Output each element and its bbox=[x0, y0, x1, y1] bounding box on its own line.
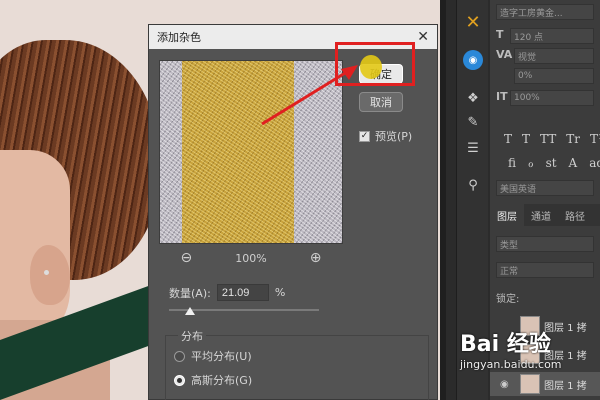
zoom-in-icon[interactable]: ⊕ bbox=[310, 250, 322, 266]
preview-noise-gold bbox=[182, 61, 294, 243]
opentype-button[interactable]: ﬁ bbox=[508, 156, 516, 170]
opentype-button[interactable]: ad bbox=[589, 156, 600, 170]
zoom-out-icon[interactable]: ⊖ bbox=[181, 250, 193, 266]
preview-option[interactable]: ✓ 预览(P) bbox=[359, 128, 412, 144]
noise-preview[interactable] bbox=[159, 60, 343, 244]
blend-mode-field[interactable]: 正常 bbox=[496, 262, 594, 278]
zoom-controls: ⊖ 100% ⊕ bbox=[159, 249, 343, 267]
scale-field[interactable]: 100% bbox=[510, 90, 594, 106]
gaussian-label: 高斯分布(G) bbox=[191, 374, 253, 387]
opentype-button[interactable]: A bbox=[569, 156, 578, 170]
close-icon[interactable]: ✕ bbox=[417, 29, 429, 45]
tab-layers[interactable]: 图层 bbox=[490, 204, 524, 226]
font-family-field[interactable]: 造字工房黄金... bbox=[496, 4, 594, 20]
cube-icon[interactable]: ❖ bbox=[463, 88, 483, 108]
uniform-option[interactable]: 平均分布(U) bbox=[174, 348, 252, 364]
annotation-highlight-box bbox=[335, 42, 415, 86]
typo-button[interactable]: Tr bbox=[566, 132, 580, 146]
opentype-buttons: ﬁ ℴ st A ad bbox=[508, 156, 600, 170]
tab-paths[interactable]: 路径 bbox=[558, 204, 592, 226]
preview-checkbox[interactable]: ✓ bbox=[359, 130, 370, 142]
lock-label: 锁定: bbox=[496, 294, 520, 305]
opentype-button[interactable]: st bbox=[546, 156, 557, 170]
photo-earring bbox=[44, 270, 49, 275]
font-size-field[interactable]: 120 点 bbox=[510, 28, 594, 44]
distribution-group: 分布 平均分布(U) 高斯分布(G) bbox=[165, 328, 429, 400]
watermark-logo: Bai 经验 bbox=[460, 332, 551, 357]
language-field[interactable]: 美国英语 bbox=[496, 180, 594, 196]
tab-channels[interactable]: 通道 bbox=[524, 204, 558, 226]
person-icon[interactable]: ⚲ bbox=[463, 175, 483, 195]
font-size-icon: T bbox=[496, 28, 504, 41]
watermark-url: jingyan.baidu.com bbox=[460, 358, 562, 371]
amount-slider-thumb[interactable] bbox=[185, 307, 195, 315]
typo-button[interactable]: T bbox=[522, 132, 530, 146]
typo-button[interactable]: TT bbox=[540, 132, 556, 146]
gaussian-radio[interactable] bbox=[174, 374, 185, 386]
distribution-label: 分布 bbox=[178, 328, 206, 344]
zoom-level: 100% bbox=[235, 251, 267, 265]
amount-unit: % bbox=[274, 286, 286, 299]
amount-row: 数量(A): % bbox=[169, 284, 285, 301]
layers-panel-tabs: 图层 通道 路径 bbox=[490, 204, 600, 226]
amount-input[interactable] bbox=[216, 284, 269, 301]
canvas-edge bbox=[440, 0, 446, 400]
tools-cross-icon[interactable]: ✕ bbox=[463, 12, 483, 33]
photoshop-window: 添加杂色 ✕ ⊖ 100% ⊕ 确定 取消 ✓ 预览(P) 数量(A): % bbox=[0, 0, 600, 400]
plugin-circle-icon[interactable]: ◉ bbox=[463, 50, 483, 70]
cancel-button[interactable]: 取消 bbox=[359, 92, 403, 112]
typo-button[interactable]: T¹ bbox=[590, 132, 600, 146]
adjustments-icon[interactable]: ☰ bbox=[463, 138, 483, 158]
kerning-field[interactable]: 视觉 bbox=[514, 48, 594, 64]
layer-filter-field[interactable]: 类型 bbox=[496, 236, 594, 252]
kerning-icon: VA bbox=[496, 48, 513, 61]
preview-label: 预览(P) bbox=[375, 130, 413, 143]
dialog-title: 添加杂色 bbox=[157, 31, 201, 44]
opentype-button[interactable]: ℴ bbox=[528, 156, 534, 170]
uniform-radio[interactable] bbox=[174, 350, 185, 362]
typo-style-buttons: T T TT Tr T¹ bbox=[504, 132, 600, 146]
gaussian-option[interactable]: 高斯分布(G) bbox=[174, 372, 252, 388]
brush-icon[interactable]: ✎ bbox=[463, 112, 483, 132]
typo-button[interactable]: T bbox=[504, 132, 512, 146]
uniform-label: 平均分布(U) bbox=[191, 350, 252, 363]
cancel-button-label: 取消 bbox=[370, 96, 392, 109]
tracking-field[interactable]: 0% bbox=[514, 68, 594, 84]
baidu-watermark: Bai 经验 jingyan.baidu.com bbox=[460, 326, 600, 400]
amount-label: 数量(A): bbox=[169, 286, 211, 300]
vertical-scale-icon: IT bbox=[496, 90, 508, 103]
